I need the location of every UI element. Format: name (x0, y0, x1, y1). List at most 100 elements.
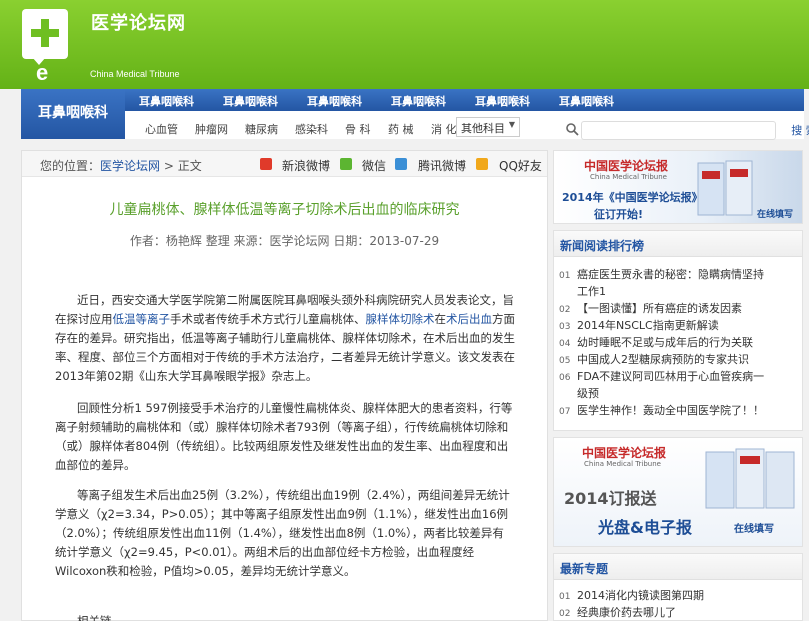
topics-panel: 最新专题 01 2014消化内镜读图第四期 02 经典康价药去哪儿了 (553, 553, 803, 621)
chevron-down-icon: ▼ (508, 120, 515, 129)
ad-link[interactable]: 在线填写 (757, 207, 793, 220)
nav-item-ent[interactable]: 耳鼻咽喉科 (391, 93, 446, 109)
subscription-ad-banner[interactable]: 中国医学论坛报 China Medical Tribune 2014年《中国医学… (553, 150, 803, 224)
site-title[interactable]: 医学论坛网 (91, 9, 186, 35)
nav-link-drugs[interactable]: 药 械 (388, 121, 414, 137)
topics-heading: 最新专题 (554, 554, 802, 580)
nav-item-ent[interactable]: 耳鼻咽喉科 (475, 93, 530, 109)
paragraph-text: 手术或者传统手术方式行儿童扁桃体、 (170, 312, 366, 326)
breadcrumb-home-link[interactable]: 医学论坛网 (100, 159, 160, 173)
ad-link[interactable]: 在线填写 (734, 520, 774, 535)
rank-number: 05 (559, 356, 571, 366)
breadcrumb-sep: > (160, 159, 178, 173)
list-item[interactable]: 02 经典康价药去哪儿了 (559, 604, 676, 620)
paragraph-text: 在 (434, 312, 447, 326)
search-input[interactable] (581, 121, 776, 140)
ad-subline: 征订开始! (594, 208, 644, 221)
list-item[interactable]: 04 幼时睡眠不足或与成年后的行为关联 (559, 334, 753, 350)
nav-item-ent[interactable]: 耳鼻咽喉科 (559, 93, 614, 109)
nav-link-infection[interactable]: 感染科 (295, 121, 328, 137)
sina-weibo-icon[interactable] (260, 158, 272, 170)
article-paragraph: 等离子组发生术后出血25例（3.2%），传统组出血19例（2.4%），两组间差异… (55, 488, 510, 578)
ad-brand: 中国医学论坛报 (584, 159, 669, 173)
search-button[interactable]: 搜 索 (784, 121, 809, 140)
rank-title: 级预 (577, 387, 599, 400)
article-panel: 您的位置：医学论坛网 > 正文 新浪微博 微信 腾讯微博 QQ好友 儿童扁桃体、… (21, 150, 548, 621)
ad-headline: 2014订报送 (564, 489, 657, 508)
newspaper-covers-image (705, 448, 795, 509)
logo-letter: e (36, 60, 49, 85)
keyword-link[interactable]: 低温等离子 (113, 312, 171, 326)
ad-subline: 光盘&电子报 (598, 518, 692, 537)
ad-headline: 2014年《中国医学论坛报》 (562, 191, 703, 204)
nav-item-ent[interactable]: 耳鼻咽喉科 (223, 93, 278, 109)
main-nav: 耳鼻咽喉科 耳鼻咽喉科 耳鼻咽喉科 耳鼻咽喉科 耳鼻咽喉科 耳鼻咽喉科 耳鼻咽喉… (21, 89, 809, 140)
share-wechat[interactable]: 微信 (362, 157, 386, 174)
rank-title: 2014年NSCLC指南更新解读 (577, 319, 719, 332)
article-title: 儿童扁桃体、腺样体低温等离子切除术后出血的临床研究 (109, 202, 460, 218)
ranking-heading: 新闻阅读排行榜 (554, 231, 802, 257)
tencent-weibo-icon[interactable] (395, 158, 407, 170)
rank-title: FDA不建议阿司匹林用于心血管疾病一 (577, 370, 765, 383)
search-icon[interactable] (565, 122, 579, 136)
rank-title: 中国成人2型糖尿病预防的专家共识 (577, 353, 749, 366)
breadcrumb-current: 正文 (177, 159, 202, 173)
rank-number: 01 (559, 271, 571, 281)
nav-link-oncology[interactable]: 肿瘤网 (195, 121, 228, 137)
site-logo-icon[interactable] (22, 9, 68, 59)
newspaper-covers-image (697, 160, 753, 216)
rank-title: 癌症医生贾永書的秘密：隐瞒病情坚持 (577, 268, 764, 281)
nav-link-ortho[interactable]: 骨 科 (345, 121, 371, 137)
topic-number: 01 (559, 592, 571, 602)
rank-number: 07 (559, 407, 571, 417)
ranking-panel: 新闻阅读排行榜 01 癌症医生贾永書的秘密：隐瞒病情坚持 工作1 02 【一图读懂】… (553, 230, 803, 431)
keyword-link[interactable]: 术后出血 (446, 312, 492, 326)
list-item[interactable]: 05 中国成人2型糖尿病预防的专家共识 (559, 351, 749, 367)
list-item[interactable]: 工作1 (559, 283, 606, 299)
list-item[interactable]: 02 【一图读懂】所有癌症的诱发因素 (559, 300, 742, 316)
share-tencent-weibo[interactable]: 腾讯微博 (418, 157, 466, 174)
site-header: e 医学论坛网 China Medical Tribune (0, 0, 809, 89)
share-sina-weibo[interactable]: 新浪微博 (282, 157, 330, 174)
rank-title: 工作1 (577, 285, 606, 298)
rank-title: 幼时睡眠不足或与成年后的行为关联 (577, 336, 753, 349)
article-paragraph: 相关链 (77, 614, 112, 621)
list-item[interactable]: 07 医学生神作！轰动全中国医学院了！！ (559, 402, 764, 418)
article-paragraph: 近日，西安交通大学医学院第二附属医院耳鼻咽喉头颈外科病院研究人员发表论文，旨在探… (55, 291, 515, 386)
nav-row-primary: 耳鼻咽喉科 耳鼻咽喉科 耳鼻咽喉科 耳鼻咽喉科 耳鼻咽喉科 耳鼻咽喉科 (125, 89, 804, 111)
nav-section-label[interactable]: 耳鼻咽喉科 (21, 89, 125, 139)
rank-number: 02 (559, 305, 571, 315)
list-item[interactable]: 01 2014消化内镜读图第四期 (559, 587, 704, 603)
list-item[interactable]: 06 FDA不建议阿司匹林用于心血管疾病一 (559, 368, 764, 384)
qq-icon[interactable] (476, 158, 488, 170)
rank-number: 04 (559, 339, 571, 349)
nav-link-cardio[interactable]: 心血管 (145, 121, 178, 137)
topic-title: 经典康价药去哪儿了 (577, 606, 676, 619)
nav-link-diabetes[interactable]: 糖尿病 (245, 121, 278, 137)
rank-number: 03 (559, 322, 571, 332)
article-meta: 作者：杨艳辉 整理 来源：医学论坛网 日期：2013-07-29 (129, 234, 440, 248)
nav-item-ent[interactable]: 耳鼻咽喉科 (307, 93, 362, 109)
rank-number: 06 (559, 373, 571, 383)
topic-number: 02 (559, 609, 571, 619)
list-item[interactable]: 01 癌症医生贾永書的秘密：隐瞒病情坚持 (559, 266, 764, 282)
share-qq[interactable]: QQ好友 (499, 157, 542, 174)
topic-title: 2014消化内镜读图第四期 (577, 589, 704, 602)
other-dept-dropdown[interactable]: 其他科目 ▼ (456, 117, 520, 137)
nav-link-gastro[interactable]: 消 化 (431, 121, 457, 137)
subscription-gift-ad-banner[interactable]: 中国医学论坛报 China Medical Tribune 2014订报送 光盘… (553, 437, 803, 547)
ad-brand-en: China Medical Tribune (590, 173, 667, 181)
rank-title: 医学生神作！轰动全中国医学院了！！ (577, 404, 764, 417)
site-subtitle: China Medical Tribune (90, 69, 180, 79)
article-paragraph: 回顾性分析1 597例接受手术治疗的儿童慢性扁桃体炎、腺样体肥大的患者资料，行等… (55, 401, 513, 472)
list-item[interactable]: 03 2014年NSCLC指南更新解读 (559, 317, 719, 333)
wechat-icon[interactable] (340, 158, 352, 170)
breadcrumb-bar: 您的位置：医学论坛网 > 正文 新浪微博 微信 腾讯微博 QQ好友 (22, 151, 547, 177)
list-item[interactable]: 级预 (559, 385, 599, 401)
dropdown-value: 其他科目 (461, 122, 505, 135)
nav-item-ent[interactable]: 耳鼻咽喉科 (139, 93, 194, 109)
ad-brand-en: China Medical Tribune (584, 460, 661, 468)
keyword-link[interactable]: 腺样体切除术 (366, 312, 435, 326)
breadcrumb: 您的位置：医学论坛网 > 正文 (40, 157, 202, 174)
breadcrumb-prefix: 您的位置： (40, 159, 101, 173)
